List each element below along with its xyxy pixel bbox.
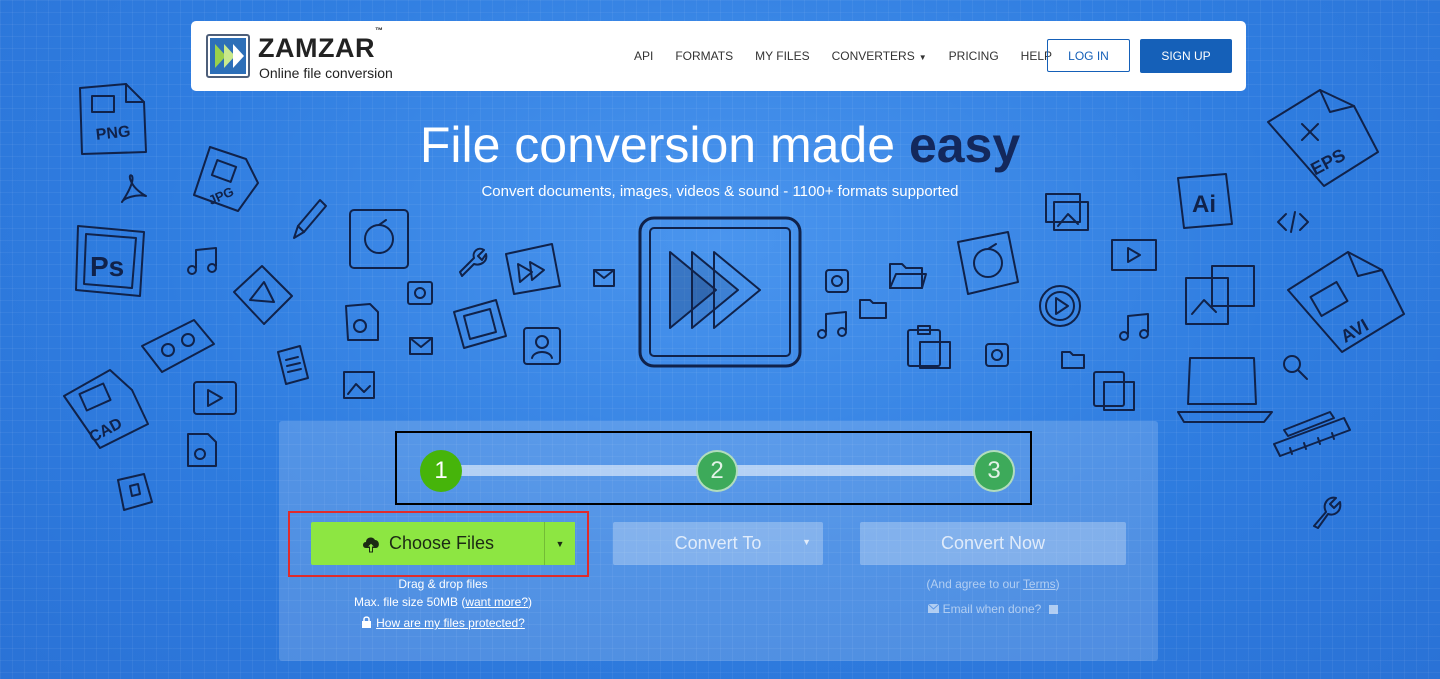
- film-strip-icon: [453, 299, 507, 349]
- code-icon: [1277, 211, 1309, 233]
- cad-file-icon: CAD: [63, 369, 149, 449]
- play-circle-icon: [1039, 285, 1081, 327]
- avi-label: AVI: [1337, 315, 1372, 347]
- illustrator-icon: Ai: [1177, 173, 1233, 229]
- zamzar-logo-icon: [206, 34, 250, 78]
- zamzar-logo[interactable]: ZAMZAR™ Online file conversion: [206, 26, 426, 81]
- folder-open-icon: [889, 263, 927, 289]
- nav-api[interactable]: API: [634, 49, 653, 63]
- media-tile-icon: [985, 343, 1009, 367]
- want-more-link[interactable]: want more?: [465, 595, 528, 609]
- clipboard-icon: [907, 325, 951, 369]
- image-tile-icon: [233, 265, 293, 325]
- email-when-done-row: Email when done?: [860, 602, 1126, 616]
- image-stack-icon: [1045, 193, 1089, 231]
- laptop-icon: [1177, 357, 1273, 423]
- header-bar: ZAMZAR™ Online file conversion API FORMA…: [191, 21, 1246, 91]
- login-button[interactable]: LOG IN: [1047, 39, 1130, 72]
- convert-to-select[interactable]: Convert To ▼: [613, 522, 823, 565]
- photoshop-icon: Ps: [75, 225, 145, 297]
- convert-now-button[interactable]: Convert Now: [860, 522, 1126, 565]
- convert-screen-illustration: [638, 216, 802, 368]
- drag-drop-text: Drag & drop files: [398, 577, 488, 591]
- nav-converters-label: CONVERTERS: [831, 49, 915, 63]
- refresh-tile-icon: [349, 209, 409, 269]
- png-label: PNG: [95, 123, 131, 144]
- envelope-icon: [927, 603, 939, 613]
- archive-file-icon: [117, 473, 153, 511]
- main-nav: API FORMATS MY FILES CONVERTERS ▼ PRICING…: [634, 21, 1074, 91]
- brand-name: ZAMZAR™: [258, 26, 384, 63]
- document-file-icon: [277, 345, 309, 385]
- music-note-right-icon: [1119, 313, 1149, 341]
- mail-icon: [593, 269, 615, 287]
- eps-file-icon: EPS: [1267, 89, 1379, 187]
- max-file-size-text: Max. file size 50MB (want more?): [353, 595, 533, 609]
- brand-tagline: Online file conversion: [259, 65, 393, 81]
- audio-file-icon: [187, 433, 217, 467]
- agree-terms-text: (And agree to our Terms): [926, 577, 1060, 591]
- magnifier-icon: [1283, 355, 1308, 380]
- terms-link[interactable]: Terms: [1023, 577, 1056, 591]
- choose-files-label: Choose Files: [388, 533, 495, 553]
- ruler-pencil-icon: [1273, 411, 1351, 457]
- music-notes-icon: [817, 311, 847, 339]
- photo-icon: [343, 371, 375, 399]
- clipboard-copy-icon: [1093, 371, 1135, 411]
- lock-icon: [362, 616, 372, 628]
- files-protected-row: How are my files protected?: [311, 616, 575, 630]
- caret-down-icon: ▼: [918, 53, 927, 62]
- folder-small-icon: [859, 299, 887, 319]
- avi-file-icon: AVI: [1287, 251, 1405, 353]
- contact-card-icon: [523, 327, 561, 365]
- step-1-indicator: 1: [420, 450, 462, 492]
- zamzar-tile-icon: [505, 243, 561, 295]
- caret-down-icon: ▼: [555, 538, 565, 549]
- cad-label: CAD: [87, 415, 126, 446]
- video-clip-icon: [1111, 239, 1157, 271]
- nav-formats[interactable]: FORMATS: [675, 49, 733, 63]
- ai-label: Ai: [1192, 191, 1216, 218]
- nav-converters[interactable]: CONVERTERS ▼: [832, 49, 927, 63]
- wrench-icon: [459, 247, 488, 277]
- pencil-icon: [293, 199, 327, 239]
- media-file-icon: [407, 281, 433, 305]
- video-play-icon: [193, 381, 237, 415]
- sync-tile-icon: [957, 231, 1019, 295]
- caret-down-icon: ▼: [802, 537, 811, 547]
- choose-files-button[interactable]: Choose Files: [311, 522, 544, 565]
- acrobat-icon: [121, 174, 147, 203]
- audio-tile-icon: [825, 269, 849, 293]
- choose-files-dropdown[interactable]: ▼: [544, 522, 575, 565]
- nav-pricing[interactable]: PRICING: [949, 49, 999, 63]
- signup-button[interactable]: SIGN UP: [1140, 39, 1232, 73]
- mp3-file-icon: [345, 303, 379, 341]
- jpg-file-icon: JPG: [193, 146, 259, 212]
- convert-to-label: Convert To: [674, 533, 762, 553]
- envelope-icon: [409, 337, 433, 355]
- music-note-icon: [187, 247, 217, 275]
- nav-my-files[interactable]: MY FILES: [755, 49, 809, 63]
- ps-label: Ps: [90, 251, 124, 282]
- step-2-indicator: 2: [696, 450, 738, 492]
- gallery-icon: [1185, 265, 1255, 325]
- step-3-indicator: 3: [973, 450, 1015, 492]
- folder-tiny-icon: [1061, 351, 1085, 369]
- email-when-done-checkbox[interactable]: [1049, 605, 1059, 615]
- files-protected-link[interactable]: How are my files protected?: [376, 616, 525, 630]
- png-file-icon: PNG: [79, 83, 147, 155]
- cloud-upload-icon: [362, 537, 379, 552]
- email-when-done-label: Email when done?: [942, 602, 1042, 616]
- wrench-right-icon: [1313, 496, 1342, 529]
